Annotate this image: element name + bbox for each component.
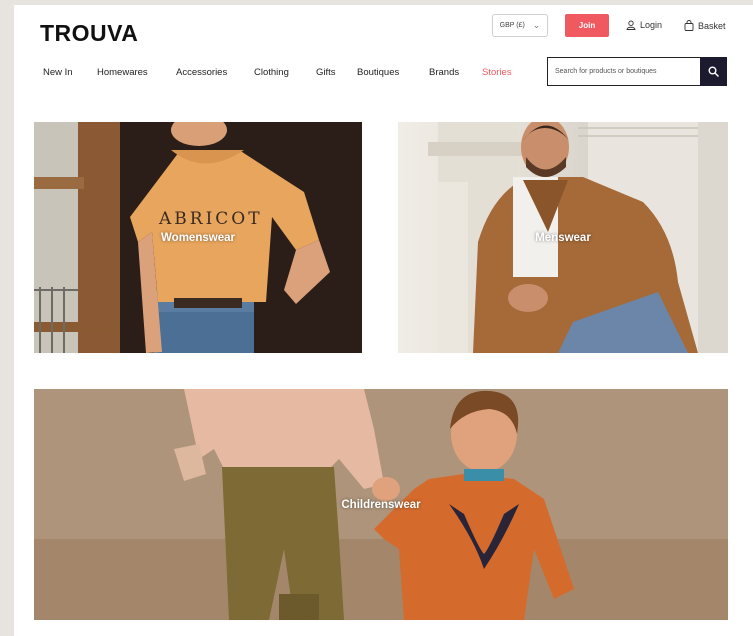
womenswear-label: Womenswear	[161, 231, 235, 244]
menswear-label: Menswear	[535, 231, 591, 244]
nav-homewares[interactable]: Homewares	[97, 67, 148, 78]
basket-label: Basket	[698, 20, 726, 31]
currency-selector[interactable]: GBP (£) ⌄	[492, 14, 548, 37]
search-bar: Search for products or boutiques	[547, 57, 727, 86]
join-button[interactable]: Join	[565, 14, 609, 37]
chevron-down-icon: ⌄	[532, 20, 541, 30]
shirt-print-text: ABRICOT	[158, 209, 263, 229]
childrenswear-label: Childrenswear	[341, 498, 421, 511]
nav-boutiques[interactable]: Boutiques	[357, 67, 399, 78]
trouva-logo[interactable]: TROUVA	[40, 20, 138, 47]
menswear-tile[interactable]: Menswear	[398, 122, 728, 353]
login-link[interactable]: Login	[626, 20, 662, 30]
childrenswear-tile[interactable]: Childrenswear	[34, 389, 728, 620]
nav-stories[interactable]: Stories	[482, 67, 512, 78]
page: TROUVA GBP (£) ⌄ Join Login Basket New I…	[14, 5, 753, 636]
search-icon	[708, 66, 719, 77]
nav-brands[interactable]: Brands	[429, 67, 459, 78]
currency-label: GBP (£)	[499, 22, 525, 29]
search-input[interactable]: Search for products or boutiques	[547, 57, 700, 86]
user-icon	[626, 20, 636, 30]
basket-link[interactable]: Basket	[684, 20, 726, 31]
nav-accessories[interactable]: Accessories	[176, 67, 227, 78]
womenswear-tile[interactable]: ABRICOT Womenswear	[34, 122, 362, 353]
login-label: Login	[640, 20, 663, 30]
basket-icon	[684, 20, 694, 31]
nav-gifts[interactable]: Gifts	[316, 67, 336, 78]
search-button[interactable]	[700, 57, 727, 86]
nav-new-in[interactable]: New In	[43, 67, 73, 78]
nav-clothing[interactable]: Clothing	[254, 67, 289, 78]
